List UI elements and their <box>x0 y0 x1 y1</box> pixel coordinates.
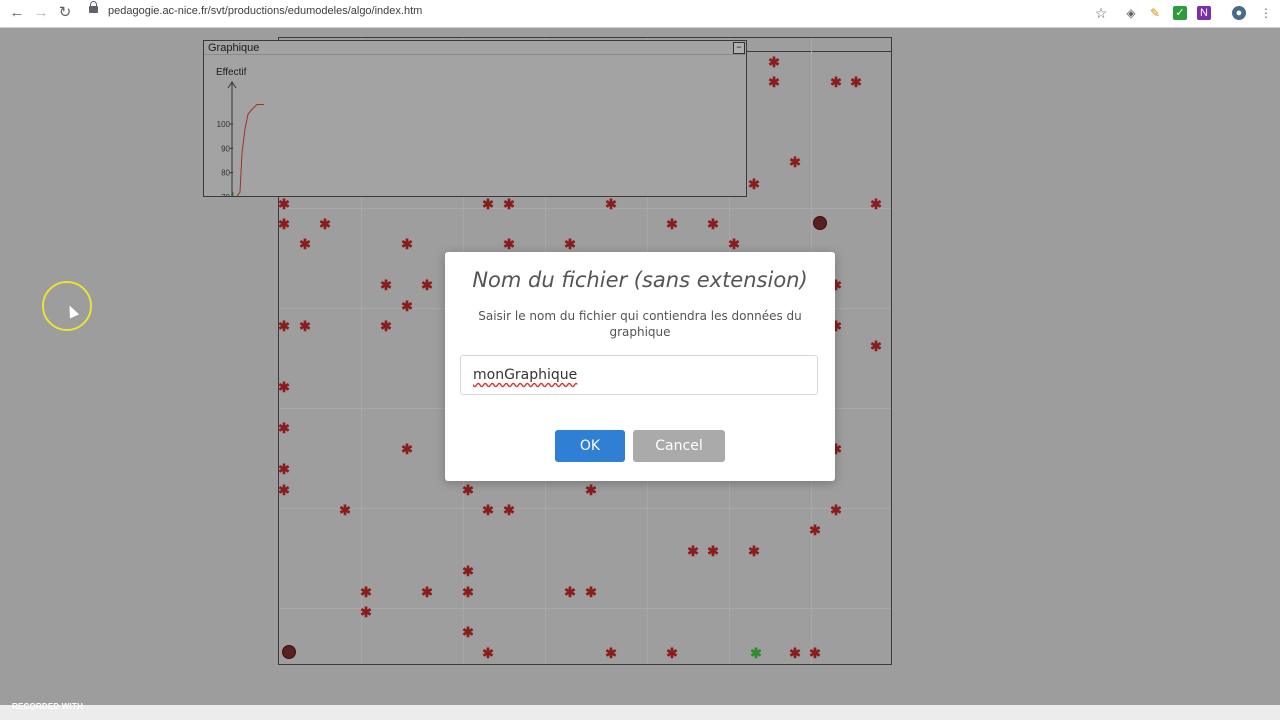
agent-figure: ✱ <box>585 584 597 600</box>
graph-chart: 70 80 90 100 <box>217 81 264 196</box>
dialog-title: Nom du fichier (sans extension) <box>472 268 808 292</box>
agent-figure: ✱ <box>666 645 678 661</box>
onenote-extension-icon[interactable]: N <box>1197 6 1211 20</box>
filename-input-value: monGraphique <box>473 367 578 383</box>
agent-figure: ✱ <box>319 216 331 232</box>
agent-figure: ✱ <box>380 318 392 334</box>
grid-line <box>279 508 891 509</box>
y-tick-label: 70 <box>221 193 230 196</box>
back-arrow-icon[interactable]: ← <box>7 4 27 22</box>
ok-button[interactable]: OK <box>555 430 625 462</box>
minimize-icon[interactable]: − <box>733 42 745 54</box>
agent-figure: ✱ <box>789 154 801 170</box>
agent-figure: ✱ <box>830 74 842 90</box>
agent-figure: ✱ <box>278 196 290 212</box>
agent-figure: ✱ <box>380 277 392 293</box>
agent-figure: ✱ <box>278 420 290 436</box>
agent-figure: ✱ <box>666 216 678 232</box>
graph-titlebar[interactable] <box>204 41 746 55</box>
agent-figure: ✱ <box>789 645 801 661</box>
agent-figure: ✱ <box>401 236 413 252</box>
agent-figure: ✱ <box>564 584 576 600</box>
agent-figure: ✱ <box>278 482 290 498</box>
browser-toolbar: ← → ↻ pedagogie.ac-nice.fr/svt/productio… <box>0 0 1280 28</box>
agent-figure: ✱ <box>360 584 372 600</box>
agent-figure: ✱ <box>401 441 413 457</box>
lock-icon <box>89 1 98 13</box>
agent-figure: ✱ <box>299 236 311 252</box>
agent-figure: ✱ <box>870 338 882 354</box>
y-tick-label: 100 <box>217 120 231 129</box>
agent-figure: ✱ <box>421 277 433 293</box>
bottom-bar <box>0 705 1280 720</box>
agent-figure: ✱ <box>748 176 760 192</box>
agent-figure: ✱ <box>421 584 433 600</box>
agent-figure: ✱ <box>768 74 780 90</box>
menu-dots-icon[interactable]: ⋮ <box>1256 4 1276 22</box>
cancel-button[interactable]: Cancel <box>633 430 725 462</box>
agent-figure: ✱ <box>278 461 290 477</box>
agent-figure: ✱ <box>585 482 597 498</box>
graph-title: Graphique <box>208 42 260 54</box>
agent-figure: ✱ <box>462 584 474 600</box>
agent-figure: ✱ <box>748 543 760 559</box>
agent-figure: ✱ <box>462 482 474 498</box>
agent-figure: ✱ <box>809 645 821 661</box>
agent-figure: ✱ <box>870 196 882 212</box>
agent-figure-green: ✱ <box>750 645 762 661</box>
dialog-message: Saisir le nom du fichier qui contiendra … <box>478 309 802 339</box>
agent-figure: ✱ <box>564 236 576 252</box>
agent-figure: ✱ <box>850 74 862 90</box>
recorder-watermark: RECORDED WITH <box>12 702 84 711</box>
agent-figure: ✱ <box>707 543 719 559</box>
agent-figure: ✱ <box>503 236 515 252</box>
forward-arrow-icon[interactable]: → <box>31 4 51 22</box>
y-tick-label: 90 <box>221 144 230 153</box>
agent-figure: ✱ <box>401 298 413 314</box>
virus-blob <box>282 645 296 659</box>
agent-figure: ✱ <box>278 318 290 334</box>
filename-dialog: Nom du fichier (sans extension) Saisir l… <box>445 252 835 481</box>
dropbox-extension-icon[interactable]: ◈ <box>1124 6 1138 20</box>
agent-figure: ✱ <box>809 522 821 538</box>
y-tick-label: 80 <box>221 169 230 178</box>
series-line <box>236 104 264 196</box>
agent-figure: ✱ <box>605 645 617 661</box>
agent-figure: ✱ <box>462 563 474 579</box>
agent-figure: ✱ <box>482 645 494 661</box>
agent-figure: ✱ <box>482 196 494 212</box>
agent-figure: ✱ <box>728 236 740 252</box>
agent-figure: ✱ <box>278 216 290 232</box>
agent-figure: ✱ <box>462 624 474 640</box>
agent-figure: ✱ <box>768 54 780 70</box>
virus-blob <box>813 216 827 230</box>
green-extension-icon[interactable]: ✓ <box>1173 6 1187 20</box>
grid-line <box>279 208 891 209</box>
profile-avatar-icon[interactable]: ● <box>1232 6 1246 20</box>
agent-figure: ✱ <box>299 318 311 334</box>
agent-figure: ✱ <box>707 216 719 232</box>
agent-figure: ✱ <box>339 502 351 518</box>
reload-icon[interactable]: ↻ <box>55 4 75 22</box>
bookmark-star-icon[interactable]: ☆ <box>1091 4 1111 22</box>
graph-window: Graphique − Effectif 708090100 <box>203 40 747 197</box>
agent-figure: ✱ <box>687 543 699 559</box>
agent-figure: ✱ <box>482 502 494 518</box>
address-bar[interactable]: pedagogie.ac-nice.fr/svt/productions/edu… <box>108 5 422 17</box>
agent-figure: ✱ <box>503 502 515 518</box>
key-extension-icon[interactable]: ✎ <box>1148 6 1162 20</box>
agent-figure: ✱ <box>503 196 515 212</box>
agent-figure: ✱ <box>278 379 290 395</box>
agent-figure: ✱ <box>360 604 372 620</box>
agent-figure: ✱ <box>605 196 617 212</box>
filename-input[interactable]: monGraphique <box>460 355 818 395</box>
agent-figure: ✱ <box>830 502 842 518</box>
